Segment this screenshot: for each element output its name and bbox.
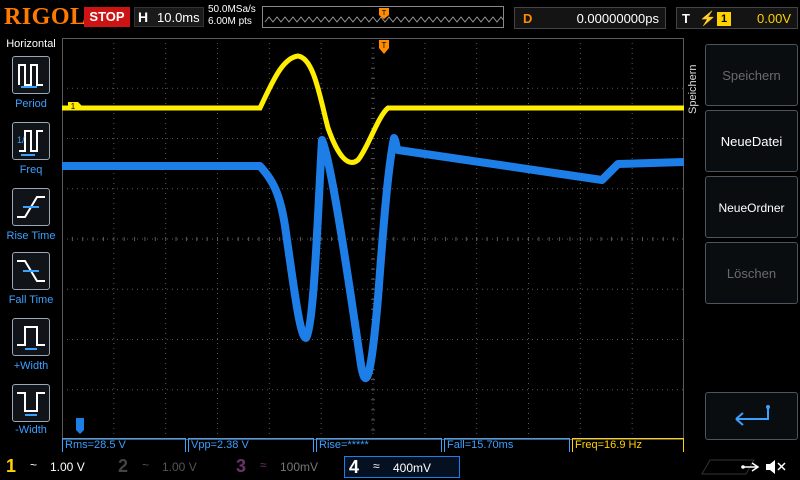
- measure-panel: Horizontal Period 1/ Freq Rise Time Fall…: [0, 36, 62, 456]
- ch2-scale: 1.00 V: [162, 460, 197, 474]
- period-icon: [18, 64, 43, 88]
- freq-measurement[interactable]: Freq=16.9 Hz: [572, 438, 684, 452]
- new-file-softkey[interactable]: NeueDatei: [705, 110, 798, 172]
- ch1-marker-label: 1: [71, 102, 76, 111]
- usb-icon: [741, 462, 760, 472]
- rise-time-icon: [17, 196, 45, 218]
- ch3-coupling-icon: ≈: [260, 458, 267, 472]
- memory-overview: T: [262, 6, 504, 28]
- brand-logo: RIGOL: [4, 4, 87, 30]
- ch1-coupling-icon: ~: [30, 458, 38, 472]
- rise-time-label: Rise Time: [6, 230, 56, 242]
- ch2-status[interactable]: 2 ~ 1.00 V: [114, 456, 222, 478]
- timebase-readout[interactable]: H 10.0ms: [134, 7, 204, 27]
- trigger-source-badge: 1: [717, 12, 731, 26]
- delay-label: D: [523, 11, 533, 26]
- trigger-readout[interactable]: T ⚡ 1 0.00V: [676, 7, 798, 29]
- new-folder-softkey[interactable]: NeueOrdner: [705, 176, 798, 238]
- negative-width-button[interactable]: [12, 384, 50, 422]
- delay-value: 0.00000000ps: [576, 11, 659, 26]
- rise-time-button[interactable]: [12, 188, 50, 226]
- ch4-ground-marker[interactable]: [76, 418, 84, 434]
- ch1-number: 1: [6, 456, 17, 476]
- ch3-status[interactable]: 3 ≈ 100mV: [232, 456, 340, 478]
- freq-label: Freq: [19, 164, 43, 176]
- fall-time-label: Fall Time: [8, 294, 54, 306]
- run-stop-button[interactable]: STOP: [84, 7, 130, 27]
- waveform-display[interactable]: 1 T: [62, 38, 684, 440]
- svg-text:1/: 1/: [17, 135, 25, 145]
- fall-time-icon: [17, 260, 45, 282]
- ch1-status[interactable]: 1 ~ 1.00 V: [2, 456, 110, 478]
- positive-width-label: +Width: [13, 360, 49, 372]
- ch1-waveform: [62, 53, 684, 165]
- period-label: Period: [15, 98, 47, 110]
- ch3-scale: 100mV: [280, 460, 319, 474]
- rise-measurement[interactable]: Rise=*****: [316, 438, 442, 452]
- trigger-marker-label: T: [382, 41, 387, 50]
- trigger-label: T: [682, 11, 690, 26]
- ch2-coupling-icon: ~: [142, 458, 150, 472]
- fall-time-button[interactable]: [12, 252, 50, 290]
- save-softkey[interactable]: Speichern: [705, 44, 798, 106]
- speaker-muted-icon[interactable]: [766, 460, 786, 474]
- vpp-measurement[interactable]: Vpp=2.38 V: [188, 438, 314, 452]
- status-icons: [701, 459, 786, 475]
- graticule: [62, 38, 684, 440]
- back-button[interactable]: [705, 392, 798, 440]
- svg-text:T: T: [382, 10, 387, 17]
- positive-width-button[interactable]: [12, 318, 50, 356]
- softkey-menu: Speichern Speichern NeueDatei NeueOrdner…: [685, 38, 800, 440]
- ch4-status[interactable]: 4 ≈ 400mV: [344, 456, 460, 478]
- memory-depth: 6.00M pts: [208, 16, 252, 27]
- negative-width-label: -Width: [15, 424, 47, 436]
- positive-width-icon: [17, 326, 45, 350]
- negative-width-icon: [17, 392, 45, 416]
- freq-button[interactable]: 1/: [12, 122, 50, 160]
- rms-measurement[interactable]: Rms=28.5 V: [62, 438, 186, 452]
- measure-panel-title: Horizontal: [6, 38, 56, 50]
- horizontal-label: H: [138, 9, 149, 25]
- acquisition-info: 50.0MSa/s 6.00M pts: [208, 4, 256, 28]
- delete-softkey[interactable]: Löschen: [705, 242, 798, 304]
- timebase-value: 10.0ms: [157, 10, 200, 25]
- sample-rate: 50.0MSa/s: [208, 4, 256, 15]
- trigger-level: 0.00V: [757, 11, 791, 26]
- menu-title: Speichern: [687, 64, 699, 114]
- return-arrow-icon: [735, 405, 770, 426]
- ch1-scale: 1.00 V: [50, 460, 85, 474]
- fall-measurement[interactable]: Fall=15.70ms: [444, 438, 570, 452]
- trigger-position-marker[interactable]: T: [379, 40, 389, 54]
- ch3-number: 3: [236, 456, 247, 476]
- measurement-bar: Rms=28.5 V Vpp=2.38 V Rise=***** Fall=15…: [62, 438, 684, 452]
- freq-icon: 1/: [17, 130, 43, 156]
- ch4-number: 4: [349, 457, 360, 477]
- ch2-number: 2: [118, 456, 129, 476]
- ch4-scale: 400mV: [393, 461, 432, 475]
- rising-edge-icon: ⚡: [699, 10, 717, 26]
- memory-overview-wave: T: [264, 8, 503, 23]
- status-bar: RIGOL STOP H 10.0ms 50.0MSa/s 6.00M pts …: [0, 0, 800, 36]
- channel-bar: 1 ~ 1.00 V 2 ~ 1.00 V 3 ≈ 100mV 4 ≈ 400m…: [0, 454, 800, 480]
- period-button[interactable]: [12, 56, 50, 94]
- delay-readout[interactable]: D 0.00000000ps: [514, 7, 666, 29]
- waveform-svg: 1 T: [62, 38, 684, 440]
- ch4-coupling-icon: ≈: [373, 459, 380, 473]
